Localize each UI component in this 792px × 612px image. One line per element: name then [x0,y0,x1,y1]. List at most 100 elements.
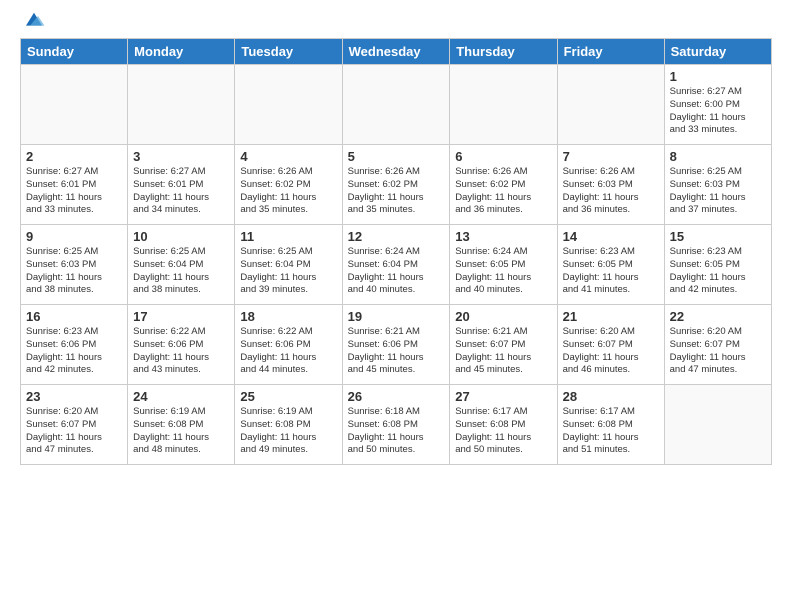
calendar-day-cell: 10Sunrise: 6:25 AM Sunset: 6:04 PM Dayli… [128,225,235,305]
calendar-day-cell: 19 Sunrise: 6:21 AM Sunset: 6:06 PM Dayli… [342,305,450,385]
calendar-day-cell: 15 Sunrise: 6:23 AM Sunset: 6:05 PM Dayli… [664,225,771,305]
day-info: Sunrise: 6:23 AM Sunset: 6:05 PM Dayligh… [670,246,766,297]
day-number: 16 [26,309,122,324]
weekday-header-cell: Tuesday [235,39,342,65]
calendar-day-cell: 6 Sunrise: 6:26 AM Sunset: 6:02 PM Daylig… [450,145,557,225]
page-container: SundayMondayTuesdayWednesdayThursdayFrid… [0,0,792,475]
calendar-day-cell: 1 Sunrise: 6:27 AM Sunset: 6:00 PM Daylig… [664,65,771,145]
day-number: 28 [563,389,659,404]
day-number: 20 [455,309,551,324]
weekday-header-cell: Saturday [664,39,771,65]
day-number: 7 [563,149,659,164]
calendar-day-cell: 9Sunrise: 6:25 AM Sunset: 6:03 PM Daylig… [21,225,128,305]
day-number: 11 [240,229,336,244]
day-number: 23 [26,389,122,404]
day-info: Sunrise: 6:26 AM Sunset: 6:03 PM Dayligh… [563,166,659,217]
calendar-day-cell [21,65,128,145]
calendar-day-cell: 11 Sunrise: 6:25 AM Sunset: 6:04 PM Dayli… [235,225,342,305]
calendar-day-cell: 13Sunrise: 6:24 AM Sunset: 6:05 PM Dayli… [450,225,557,305]
calendar-week-row: 9Sunrise: 6:25 AM Sunset: 6:03 PM Daylig… [21,225,772,305]
calendar-day-cell: 25 Sunrise: 6:19 AM Sunset: 6:08 PM Dayli… [235,385,342,465]
calendar-week-row: 16 Sunrise: 6:23 AM Sunset: 6:06 PM Dayli… [21,305,772,385]
day-number: 1 [670,69,766,84]
calendar-day-cell: 12 Sunrise: 6:24 AM Sunset: 6:04 PM Dayli… [342,225,450,305]
day-info: Sunrise: 6:26 AM Sunset: 6:02 PM Dayligh… [240,166,336,217]
calendar-table: SundayMondayTuesdayWednesdayThursdayFrid… [20,38,772,465]
calendar-day-cell: 2 Sunrise: 6:27 AM Sunset: 6:01 PM Daylig… [21,145,128,225]
weekday-header-cell: Thursday [450,39,557,65]
day-number: 9 [26,229,122,244]
day-info: Sunrise: 6:27 AM Sunset: 6:01 PM Dayligh… [133,166,229,217]
day-info: Sunrise: 6:26 AM Sunset: 6:02 PM Dayligh… [348,166,445,217]
day-number: 13 [455,229,551,244]
day-info: Sunrise: 6:19 AM Sunset: 6:08 PM Dayligh… [133,406,229,457]
day-info: Sunrise: 6:26 AM Sunset: 6:02 PM Dayligh… [455,166,551,217]
weekday-header-cell: Friday [557,39,664,65]
day-info: Sunrise: 6:24 AM Sunset: 6:04 PM Dayligh… [348,246,445,297]
day-number: 12 [348,229,445,244]
calendar-day-cell: 8Sunrise: 6:25 AM Sunset: 6:03 PM Daylig… [664,145,771,225]
calendar-day-cell: 27 Sunrise: 6:17 AM Sunset: 6:08 PM Dayli… [450,385,557,465]
weekday-header-cell: Monday [128,39,235,65]
header [20,10,772,30]
calendar-day-cell [557,65,664,145]
day-number: 24 [133,389,229,404]
day-number: 5 [348,149,445,164]
calendar-day-cell [664,385,771,465]
calendar-day-cell: 16 Sunrise: 6:23 AM Sunset: 6:06 PM Dayli… [21,305,128,385]
calendar-day-cell: 26Sunrise: 6:18 AM Sunset: 6:08 PM Dayli… [342,385,450,465]
logo [20,10,46,30]
calendar-day-cell: 20 Sunrise: 6:21 AM Sunset: 6:07 PM Dayli… [450,305,557,385]
calendar-day-cell: 28 Sunrise: 6:17 AM Sunset: 6:08 PM Dayli… [557,385,664,465]
calendar-day-cell: 4 Sunrise: 6:26 AM Sunset: 6:02 PM Daylig… [235,145,342,225]
calendar-body: 1 Sunrise: 6:27 AM Sunset: 6:00 PM Daylig… [21,65,772,465]
day-info: Sunrise: 6:20 AM Sunset: 6:07 PM Dayligh… [26,406,122,457]
calendar-day-cell: 18 Sunrise: 6:22 AM Sunset: 6:06 PM Dayli… [235,305,342,385]
calendar-week-row: 1 Sunrise: 6:27 AM Sunset: 6:00 PM Daylig… [21,65,772,145]
calendar-day-cell: 23 Sunrise: 6:20 AM Sunset: 6:07 PM Dayli… [21,385,128,465]
day-number: 26 [348,389,445,404]
day-number: 19 [348,309,445,324]
logo-icon [22,10,46,30]
day-number: 18 [240,309,336,324]
day-info: Sunrise: 6:17 AM Sunset: 6:08 PM Dayligh… [563,406,659,457]
calendar-day-cell: 17Sunrise: 6:22 AM Sunset: 6:06 PM Dayli… [128,305,235,385]
calendar-day-cell: 24 Sunrise: 6:19 AM Sunset: 6:08 PM Dayli… [128,385,235,465]
calendar-day-cell: 21Sunrise: 6:20 AM Sunset: 6:07 PM Dayli… [557,305,664,385]
day-number: 22 [670,309,766,324]
day-number: 27 [455,389,551,404]
day-info: Sunrise: 6:21 AM Sunset: 6:06 PM Dayligh… [348,326,445,377]
day-info: Sunrise: 6:27 AM Sunset: 6:00 PM Dayligh… [670,86,766,137]
day-number: 21 [563,309,659,324]
day-info: Sunrise: 6:23 AM Sunset: 6:06 PM Dayligh… [26,326,122,377]
calendar-week-row: 23 Sunrise: 6:20 AM Sunset: 6:07 PM Dayli… [21,385,772,465]
day-number: 15 [670,229,766,244]
day-number: 14 [563,229,659,244]
weekday-header-cell: Wednesday [342,39,450,65]
day-info: Sunrise: 6:21 AM Sunset: 6:07 PM Dayligh… [455,326,551,377]
day-info: Sunrise: 6:23 AM Sunset: 6:05 PM Dayligh… [563,246,659,297]
day-info: Sunrise: 6:17 AM Sunset: 6:08 PM Dayligh… [455,406,551,457]
day-number: 10 [133,229,229,244]
day-info: Sunrise: 6:25 AM Sunset: 6:04 PM Dayligh… [240,246,336,297]
calendar-week-row: 2 Sunrise: 6:27 AM Sunset: 6:01 PM Daylig… [21,145,772,225]
calendar-day-cell: 22 Sunrise: 6:20 AM Sunset: 6:07 PM Dayli… [664,305,771,385]
calendar-day-cell: 14 Sunrise: 6:23 AM Sunset: 6:05 PM Dayli… [557,225,664,305]
day-info: Sunrise: 6:25 AM Sunset: 6:03 PM Dayligh… [670,166,766,217]
day-number: 2 [26,149,122,164]
day-number: 4 [240,149,336,164]
day-info: Sunrise: 6:22 AM Sunset: 6:06 PM Dayligh… [240,326,336,377]
day-info: Sunrise: 6:27 AM Sunset: 6:01 PM Dayligh… [26,166,122,217]
day-number: 6 [455,149,551,164]
day-info: Sunrise: 6:20 AM Sunset: 6:07 PM Dayligh… [670,326,766,377]
calendar-day-cell: 5 Sunrise: 6:26 AM Sunset: 6:02 PM Daylig… [342,145,450,225]
calendar-day-cell [450,65,557,145]
calendar-day-cell [235,65,342,145]
calendar-day-cell [342,65,450,145]
calendar-day-cell: 7 Sunrise: 6:26 AM Sunset: 6:03 PM Daylig… [557,145,664,225]
day-number: 3 [133,149,229,164]
weekday-header-row: SundayMondayTuesdayWednesdayThursdayFrid… [21,39,772,65]
day-number: 25 [240,389,336,404]
day-info: Sunrise: 6:19 AM Sunset: 6:08 PM Dayligh… [240,406,336,457]
day-info: Sunrise: 6:22 AM Sunset: 6:06 PM Dayligh… [133,326,229,377]
